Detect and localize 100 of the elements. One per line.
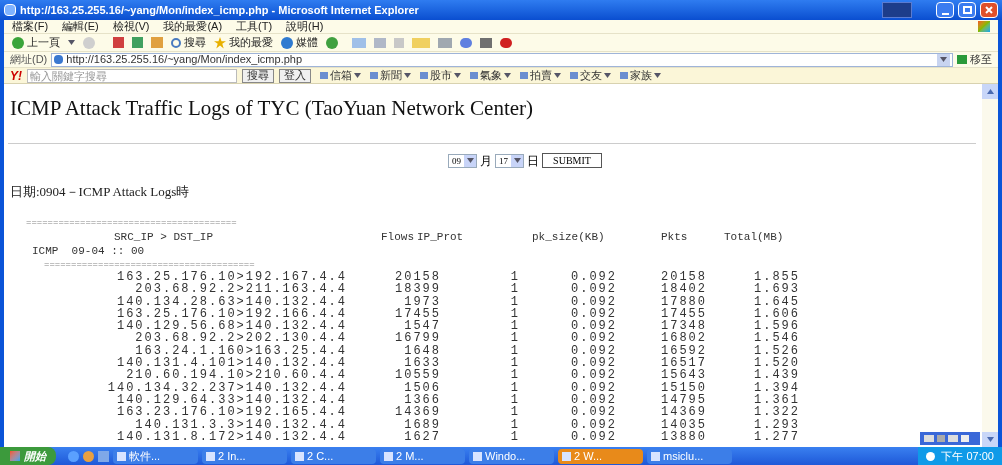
toolbar-link[interactable]: 信箱 xyxy=(320,70,361,81)
log-cell: 1.322 xyxy=(754,406,800,419)
log-cell: 1.520 xyxy=(754,357,800,370)
log-cell-text: 1366 xyxy=(404,393,441,407)
log-cell-text: 140.129.64.33>140.132.4.4 xyxy=(115,393,347,407)
toolbar-button[interactable]: 搜尋 xyxy=(242,68,274,83)
column-header: pk_size(KB) xyxy=(532,231,606,243)
caret-icon[interactable] xyxy=(466,158,474,163)
log-cell-text: 0.092 xyxy=(570,430,617,444)
caret-icon[interactable] xyxy=(654,73,661,78)
caret-icon[interactable] xyxy=(604,73,611,78)
scrollbar[interactable] xyxy=(982,84,998,447)
log-cell-text: 16517 xyxy=(660,357,707,370)
caret-icon[interactable] xyxy=(504,73,511,78)
taskbar-item[interactable]: 2 C... xyxy=(291,448,376,464)
log-cell-text: 16592 xyxy=(660,344,707,358)
language-bar[interactable] xyxy=(920,432,980,445)
log-cell-text: 163.25.176.10>192.166.4.4 xyxy=(115,307,347,321)
caret-icon[interactable] xyxy=(354,73,361,78)
caret-icon[interactable] xyxy=(454,73,461,78)
taskbar-item[interactable]: msiclu... xyxy=(647,448,732,464)
toolbar-link[interactable]: 拍賣 xyxy=(520,70,561,81)
log-cell-text: 1 xyxy=(509,332,520,345)
log-cell-text: 1 xyxy=(509,418,520,431)
log-cell-text: 0.092 xyxy=(570,381,617,394)
close-button[interactable] xyxy=(980,2,998,18)
log-cell-text: 0.092 xyxy=(570,307,617,321)
log-cell: 1.546 xyxy=(754,332,800,345)
menu-item[interactable]: 編輯(E) xyxy=(62,21,99,32)
menu-item[interactable]: 說明(H) xyxy=(286,21,324,32)
toolbar-link[interactable]: 家族 xyxy=(620,70,661,81)
log-cell-text: 140.134.32.237>140.132.4.4 xyxy=(106,381,347,394)
log-cell-text: 1 xyxy=(509,344,520,358)
column-header: Total(MB) xyxy=(724,231,784,243)
search-button[interactable]: 搜尋 xyxy=(171,34,206,51)
taskbar-item[interactable]: 2 In... xyxy=(202,448,287,464)
caret-icon[interactable] xyxy=(513,158,521,163)
menu-item[interactable]: 工具(T) xyxy=(236,21,273,32)
menu-item[interactable]: 我的最愛(A) xyxy=(163,21,223,32)
submit-button[interactable]: SUBMIT xyxy=(542,153,602,168)
log-cell: 1.693 xyxy=(754,283,800,296)
address-field[interactable]: http://163.25.255.16/~yang/Mon/index_icmp.php xyxy=(51,52,953,67)
log-cell-text: 17348 xyxy=(660,320,707,333)
log-cell-text: 17455 xyxy=(660,307,707,321)
log-cell-text: 0.092 xyxy=(570,283,617,296)
month-select[interactable]: 09 xyxy=(448,153,478,168)
log-cell-text: 15643 xyxy=(660,369,707,382)
log-cell-text: 1627 xyxy=(403,430,441,444)
log-cell-text: 18399 xyxy=(394,283,441,296)
caret-icon[interactable] xyxy=(554,73,561,78)
go-button[interactable]: 移至 xyxy=(957,54,992,65)
log-cell-text: 20158 xyxy=(660,271,707,284)
log-cell-text: 1648 xyxy=(403,344,441,358)
page-heading: ICMP Attack Traffic Logs of TYC (TaoYuan Network Center) xyxy=(10,95,535,122)
menu-item[interactable]: 檔案(F) xyxy=(12,21,49,32)
log-cell-text: 1973 xyxy=(404,295,441,308)
toolbar-link[interactable]: 股市 xyxy=(420,70,461,81)
search-field[interactable]: 輸入關鍵字搜尋 xyxy=(27,68,237,83)
caret-icon[interactable] xyxy=(404,73,411,78)
yahoo-logo[interactable]: Y! xyxy=(10,69,22,82)
minimize-button[interactable] xyxy=(936,2,954,18)
column-header: Flows xyxy=(381,231,415,243)
toolbar-link[interactable]: 交友 xyxy=(570,70,611,81)
log-cell-text: 140.131.3.3>140.132.4.4 xyxy=(135,418,347,431)
window-title: http://163.25.255.16/~yang/Mon/index_icmp.php - Microsoft Internet Explorer xyxy=(20,2,419,18)
caret-icon[interactable] xyxy=(68,40,75,45)
toolbar-link[interactable]: 新聞 xyxy=(370,70,411,81)
column-header: IP_Prot xyxy=(417,231,465,243)
maximize-button[interactable] xyxy=(958,2,976,18)
menu-item[interactable]: 檢視(V) xyxy=(112,21,150,32)
toolbar-button[interactable]: 登入 xyxy=(279,68,311,83)
log-cell-text: 0.092 xyxy=(570,418,617,431)
log-cell: 1.439 xyxy=(754,369,800,382)
log-cell-text: 203.68.92.2>211.163.4.4 xyxy=(135,283,347,296)
log-cell-text: 0.092 xyxy=(570,320,617,333)
log-cell: 1.596 xyxy=(754,320,800,333)
log-cell-text: 1 xyxy=(509,381,520,394)
caret-icon[interactable] xyxy=(940,57,947,62)
column-header: SRC_IP > DST_IP xyxy=(114,231,215,243)
scroll-down-icon[interactable] xyxy=(986,437,994,442)
start-button[interactable]: 開始 xyxy=(0,447,56,465)
favorites-button[interactable]: 我的最愛 xyxy=(214,34,273,51)
log-cell-text: 1 xyxy=(509,357,520,370)
column-header: Pkts xyxy=(661,231,689,243)
day-select[interactable]: 17 xyxy=(495,153,525,168)
log-cell: 1.293 xyxy=(754,418,800,431)
taskbar-item[interactable]: Windo... xyxy=(469,448,554,464)
address-label: 網址(D) xyxy=(10,54,48,65)
log-cell-text: 1 xyxy=(509,307,520,321)
toolbar-link[interactable]: 氣象 xyxy=(470,70,511,81)
date-line: 日期:0904－ICMP Attack Logs時 xyxy=(10,182,191,201)
back-button[interactable]: 上一頁 xyxy=(12,34,60,51)
day-label: 日 xyxy=(527,152,540,170)
taskbar-item[interactable]: 2 M... xyxy=(380,448,465,464)
log-cell-text: 16799 xyxy=(394,332,441,345)
log-cell-text: 1506 xyxy=(403,381,441,394)
media-button[interactable]: 媒體 xyxy=(281,34,318,51)
scroll-up-icon[interactable] xyxy=(986,89,994,94)
log-cell: 1.361 xyxy=(754,393,800,407)
taskbar-item[interactable]: 軟件... xyxy=(113,448,198,464)
